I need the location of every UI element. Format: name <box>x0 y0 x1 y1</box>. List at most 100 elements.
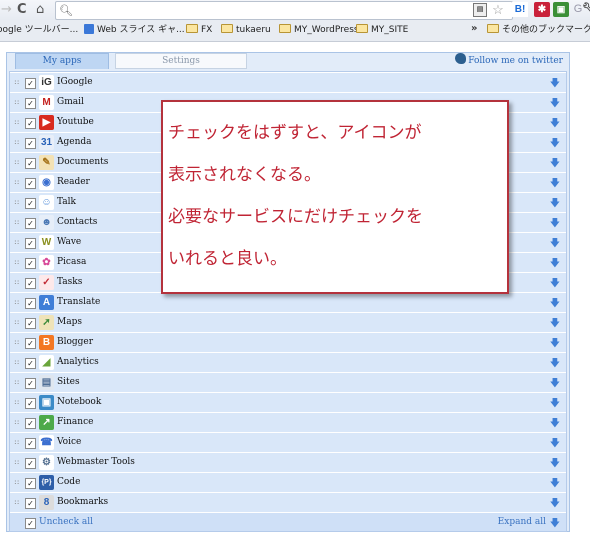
app-checkbox[interactable]: ✓ <box>25 438 36 449</box>
arrow-down-icon[interactable]: 🡇 <box>550 296 560 313</box>
tab-my-apps[interactable]: My apps <box>15 53 109 69</box>
app-row[interactable]: :: ✓ ▤ Sites 🡇 <box>10 373 566 393</box>
arrow-down-icon[interactable]: 🡇 <box>550 76 560 93</box>
app-row[interactable]: :: ✓ ↗ Finance 🡇 <box>10 413 566 433</box>
drag-handle-icon[interactable]: :: <box>14 257 19 266</box>
drag-handle-icon[interactable]: :: <box>14 377 19 386</box>
arrow-down-icon[interactable]: 🡇 <box>550 156 560 173</box>
drag-handle-icon[interactable]: :: <box>14 77 19 86</box>
app-checkbox[interactable]: ✓ <box>25 178 36 189</box>
drag-handle-icon[interactable]: :: <box>14 297 19 306</box>
drag-handle-icon[interactable]: :: <box>14 117 19 126</box>
app-row[interactable]: :: ✓ 8 Bookmarks 🡇 <box>10 493 566 513</box>
drag-handle-icon[interactable]: :: <box>14 217 19 226</box>
app-row[interactable]: :: ✓ ▣ Notebook 🡇 <box>10 393 566 413</box>
uncheck-all-checkbox[interactable]: ✓ <box>25 518 36 529</box>
app-checkbox[interactable]: ✓ <box>25 398 36 409</box>
app-row[interactable]: :: ✓ ☎ Voice 🡇 <box>10 433 566 453</box>
uncheck-all-link[interactable]: Uncheck all <box>39 517 93 527</box>
arrow-down-icon[interactable]: 🡇 <box>550 176 560 193</box>
app-checkbox[interactable]: ✓ <box>25 498 36 509</box>
reload-icon[interactable]: C <box>17 2 27 18</box>
star-icon[interactable]: ☆ <box>490 2 506 17</box>
bookmark-item[interactable]: MY_WordPress <box>279 24 359 37</box>
drag-handle-icon[interactable]: :: <box>14 137 19 146</box>
arrow-down-icon[interactable]: 🡇 <box>550 416 560 433</box>
app-checkbox[interactable]: ✓ <box>25 218 36 229</box>
app-checkbox[interactable]: ✓ <box>25 338 36 349</box>
arrow-down-icon[interactable]: 🡇 <box>550 316 560 333</box>
drag-handle-icon[interactable]: :: <box>14 417 19 426</box>
forward-icon[interactable]: → <box>1 2 12 18</box>
extension-icon[interactable]: ✱ <box>534 2 550 17</box>
drag-handle-icon[interactable]: :: <box>14 177 19 186</box>
app-checkbox[interactable]: ✓ <box>25 298 36 309</box>
app-row[interactable]: :: ✓ ⚙ Webmaster Tools 🡇 <box>10 453 566 473</box>
app-checkbox[interactable]: ✓ <box>25 198 36 209</box>
address-bar[interactable]: 🔍︎ <box>55 1 513 20</box>
app-row[interactable]: :: ✓ ◢ Analytics 🡇 <box>10 353 566 373</box>
app-row[interactable]: :: ✓ A Translate 🡇 <box>10 293 566 313</box>
drag-handle-icon[interactable]: :: <box>14 477 19 486</box>
app-checkbox[interactable]: ✓ <box>25 318 36 329</box>
app-checkbox[interactable]: ✓ <box>25 478 36 489</box>
drag-handle-icon[interactable]: :: <box>14 277 19 286</box>
drag-handle-icon[interactable]: :: <box>14 237 19 246</box>
app-row[interactable]: :: ✓ ➚ Maps 🡇 <box>10 313 566 333</box>
arrow-down-icon[interactable]: 🡇 <box>550 216 560 233</box>
drag-handle-icon[interactable]: :: <box>14 397 19 406</box>
bookmark-item[interactable]: Web スライス ギャ... <box>84 24 185 37</box>
arrow-down-icon[interactable]: 🡇 <box>550 196 560 213</box>
app-checkbox[interactable]: ✓ <box>25 258 36 269</box>
app-checkbox[interactable]: ✓ <box>25 118 36 129</box>
app-checkbox[interactable]: ✓ <box>25 78 36 89</box>
app-checkbox[interactable]: ✓ <box>25 378 36 389</box>
arrow-down-icon[interactable]: 🡇 <box>550 516 560 533</box>
app-checkbox[interactable]: ✓ <box>25 98 36 109</box>
arrow-down-icon[interactable]: 🡇 <box>550 376 560 393</box>
bookmark-item[interactable]: oogle ツールバー... <box>0 24 78 37</box>
drag-handle-icon[interactable]: :: <box>14 197 19 206</box>
app-row[interactable]: :: ✓ iG IGoogle 🡇 <box>10 73 566 93</box>
arrow-down-icon[interactable]: 🡇 <box>550 276 560 293</box>
drag-handle-icon[interactable]: :: <box>14 497 19 506</box>
app-row[interactable]: :: ✓ {P} Code 🡇 <box>10 473 566 493</box>
app-checkbox[interactable]: ✓ <box>25 458 36 469</box>
drag-handle-icon[interactable]: :: <box>14 317 19 326</box>
arrow-down-icon[interactable]: 🡇 <box>550 356 560 373</box>
page-icon[interactable]: ▤ <box>473 3 487 17</box>
arrow-down-icon[interactable]: 🡇 <box>550 116 560 133</box>
arrow-down-icon[interactable]: 🡇 <box>550 96 560 113</box>
arrow-down-icon[interactable]: 🡇 <box>550 396 560 413</box>
home-icon[interactable]: ⌂ <box>36 2 44 18</box>
arrow-down-icon[interactable]: 🡇 <box>550 456 560 473</box>
expand-all-link[interactable]: Expand all <box>498 517 546 527</box>
drag-handle-icon[interactable]: :: <box>14 457 19 466</box>
chevron-more-icon[interactable]: » <box>471 23 477 34</box>
drag-handle-icon[interactable]: :: <box>14 437 19 446</box>
other-bookmarks[interactable]: その他のブックマーク <box>487 24 590 37</box>
arrow-down-icon[interactable]: 🡇 <box>550 476 560 493</box>
wrench-icon[interactable]: 🔧︎ <box>582 2 590 17</box>
app-checkbox[interactable]: ✓ <box>25 358 36 369</box>
tab-settings[interactable]: Settings <box>115 53 247 69</box>
arrow-down-icon[interactable]: 🡇 <box>550 236 560 253</box>
app-checkbox[interactable]: ✓ <box>25 138 36 149</box>
arrow-down-icon[interactable]: 🡇 <box>550 336 560 353</box>
drag-handle-icon[interactable]: :: <box>14 337 19 346</box>
drag-handle-icon[interactable]: :: <box>14 357 19 366</box>
extension-icon[interactable]: ▣ <box>553 2 569 17</box>
app-checkbox[interactable]: ✓ <box>25 158 36 169</box>
arrow-down-icon[interactable]: 🡇 <box>550 136 560 153</box>
arrow-down-icon[interactable]: 🡇 <box>550 436 560 453</box>
bookmark-item[interactable]: tukaeru <box>221 24 271 37</box>
twitter-link[interactable]: Follow me on twitter <box>455 53 563 66</box>
bookmark-item[interactable]: MY_SITE <box>356 24 408 37</box>
arrow-down-icon[interactable]: 🡇 <box>550 256 560 273</box>
hatena-icon[interactable]: B! <box>512 2 528 17</box>
drag-handle-icon[interactable]: :: <box>14 157 19 166</box>
arrow-down-icon[interactable]: 🡇 <box>550 496 560 513</box>
drag-handle-icon[interactable]: :: <box>14 97 19 106</box>
app-checkbox[interactable]: ✓ <box>25 238 36 249</box>
app-checkbox[interactable]: ✓ <box>25 278 36 289</box>
